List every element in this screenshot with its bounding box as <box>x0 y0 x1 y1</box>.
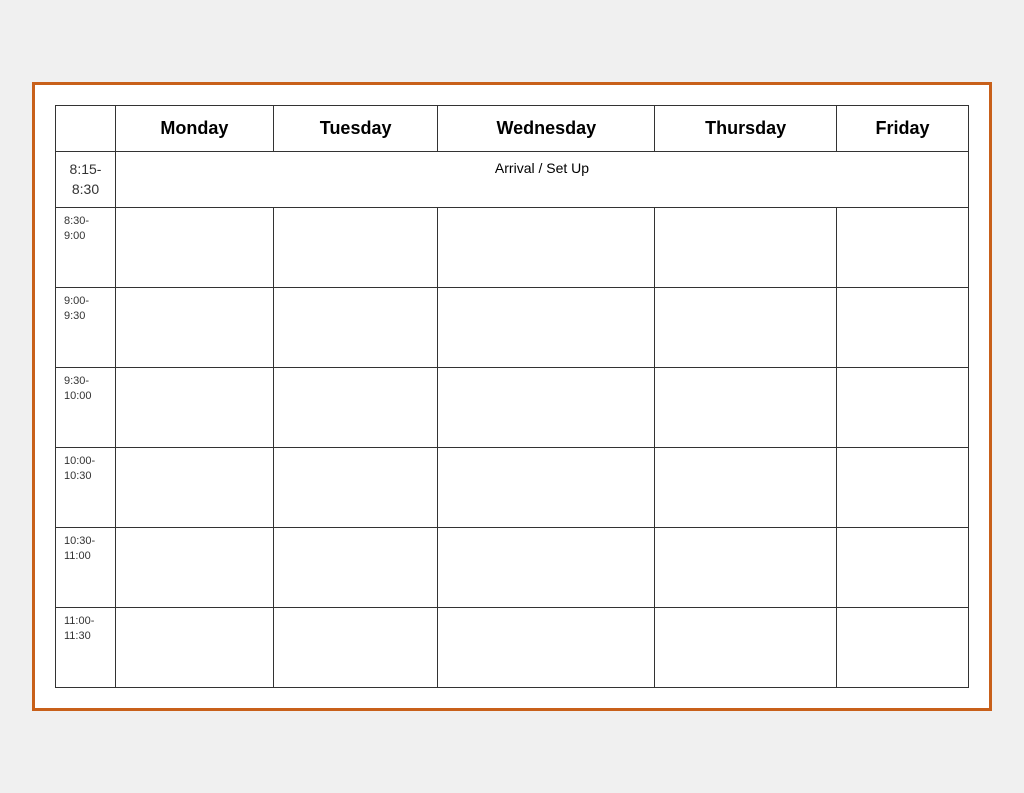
schedule-table: Monday Tuesday Wednesday Thursday Friday… <box>55 105 969 688</box>
header-wednesday: Wednesday <box>438 105 655 151</box>
header-time-cell <box>56 105 116 151</box>
arrival-label: Arrival / Set Up <box>116 151 969 207</box>
header-tuesday: Tuesday <box>273 105 438 151</box>
cell-thu-9-30 <box>655 368 837 448</box>
row-10-30: 10:30-11:00 <box>56 528 969 608</box>
cell-wed-10-00 <box>438 448 655 528</box>
cell-wed-9-00 <box>438 288 655 368</box>
row-8-30: 8:30-9:00 <box>56 208 969 288</box>
cell-wed-8-30 <box>438 208 655 288</box>
cell-tue-10-00 <box>273 448 438 528</box>
header-thursday: Thursday <box>655 105 837 151</box>
cell-tue-11-00 <box>273 608 438 688</box>
row-9-00: 9:00-9:30 <box>56 288 969 368</box>
cell-mon-11-00 <box>116 608 274 688</box>
cell-thu-11-00 <box>655 608 837 688</box>
cell-mon-9-00 <box>116 288 274 368</box>
cell-wed-11-00 <box>438 608 655 688</box>
cell-thu-8-30 <box>655 208 837 288</box>
cell-tue-9-30 <box>273 368 438 448</box>
time-10-00-10-30: 10:00-10:30 <box>56 448 116 528</box>
cell-fri-8-30 <box>837 208 969 288</box>
time-9-00-9-30: 9:00-9:30 <box>56 288 116 368</box>
cell-tue-9-00 <box>273 288 438 368</box>
cell-fri-9-00 <box>837 288 969 368</box>
header-row: Monday Tuesday Wednesday Thursday Friday <box>56 105 969 151</box>
cell-tue-8-30 <box>273 208 438 288</box>
time-11-00-11-30: 11:00-11:30 <box>56 608 116 688</box>
header-friday: Friday <box>837 105 969 151</box>
row-9-30: 9:30-10:00 <box>56 368 969 448</box>
time-8-15-8-30: 8:15-8:30 <box>56 151 116 207</box>
cell-tue-10-30 <box>273 528 438 608</box>
cell-thu-10-00 <box>655 448 837 528</box>
cell-wed-9-30 <box>438 368 655 448</box>
row-10-00: 10:00-10:30 <box>56 448 969 528</box>
time-9-30-10-00: 9:30-10:00 <box>56 368 116 448</box>
time-10-30-11-00: 10:30-11:00 <box>56 528 116 608</box>
cell-mon-9-30 <box>116 368 274 448</box>
cell-fri-10-30 <box>837 528 969 608</box>
cell-mon-10-30 <box>116 528 274 608</box>
cell-mon-8-30 <box>116 208 274 288</box>
header-monday: Monday <box>116 105 274 151</box>
cell-wed-10-30 <box>438 528 655 608</box>
cell-thu-9-00 <box>655 288 837 368</box>
row-11-00: 11:00-11:30 <box>56 608 969 688</box>
time-8-30-9-00: 8:30-9:00 <box>56 208 116 288</box>
cell-fri-11-00 <box>837 608 969 688</box>
cell-fri-10-00 <box>837 448 969 528</box>
cell-mon-10-00 <box>116 448 274 528</box>
arrival-row: 8:15-8:30 Arrival / Set Up <box>56 151 969 207</box>
page: Monday Tuesday Wednesday Thursday Friday… <box>32 82 992 711</box>
cell-thu-10-30 <box>655 528 837 608</box>
cell-fri-9-30 <box>837 368 969 448</box>
